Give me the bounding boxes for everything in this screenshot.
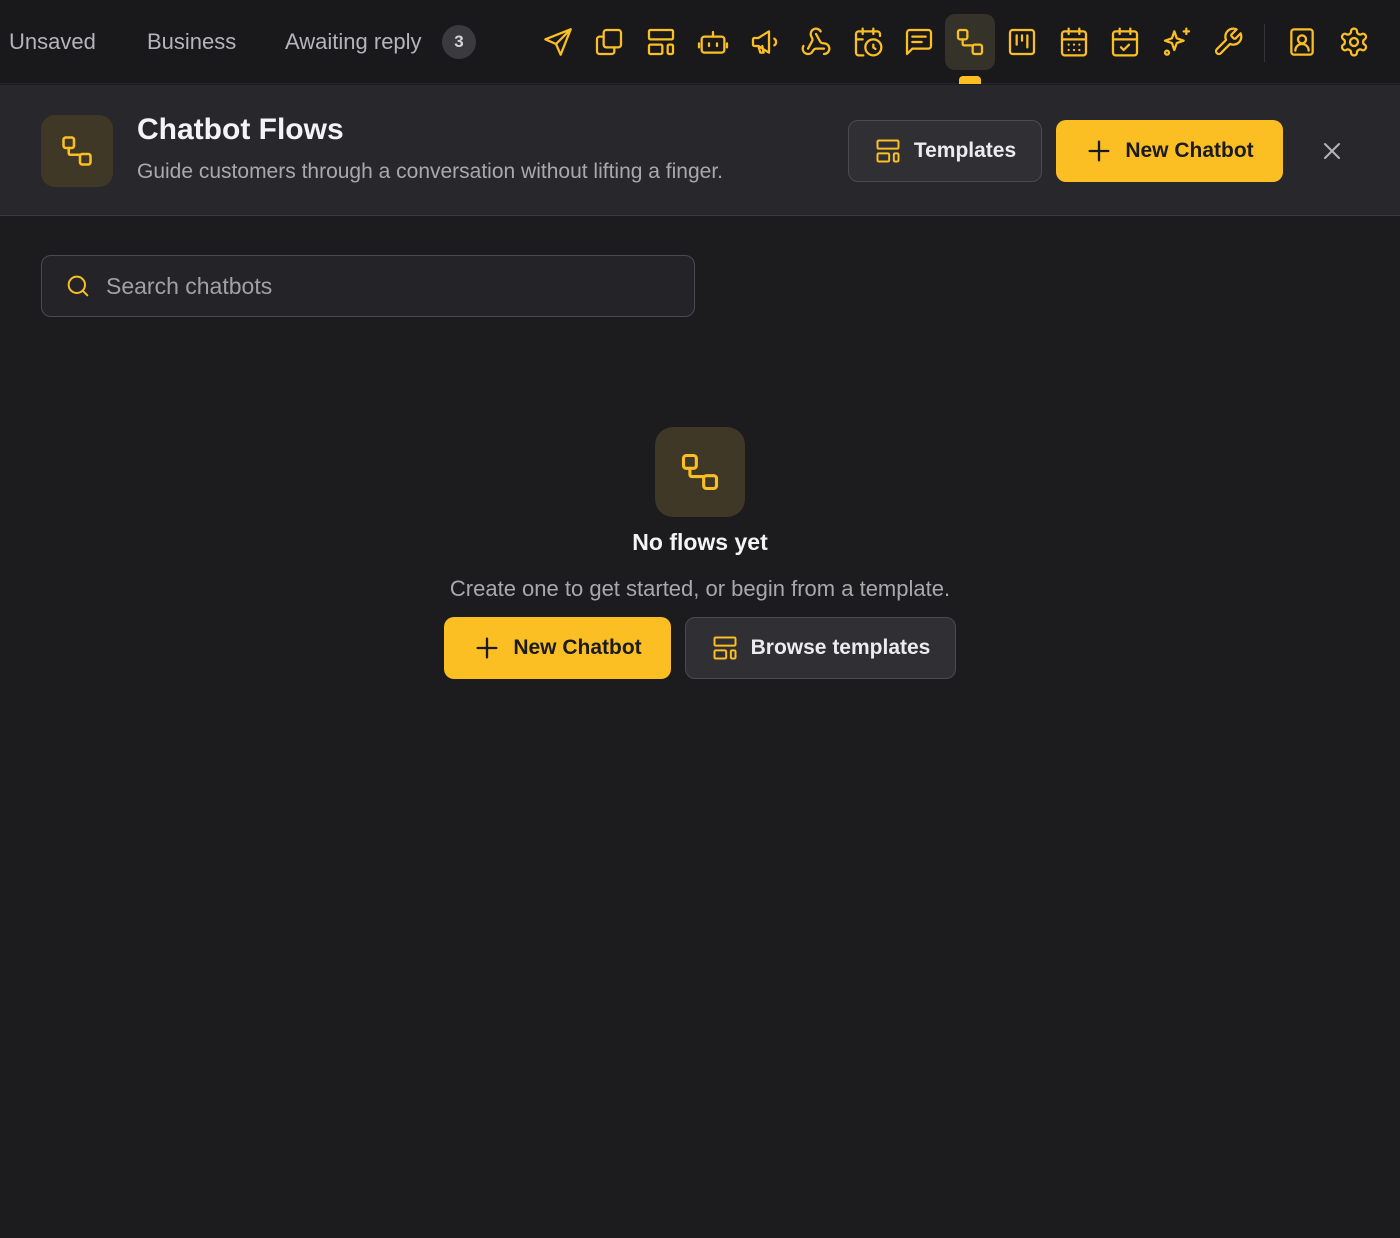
plus-icon bbox=[476, 637, 498, 659]
send-tool-button[interactable] bbox=[533, 14, 583, 70]
bot-icon bbox=[697, 30, 729, 54]
sparkles-icon bbox=[1163, 27, 1191, 56]
layout-icon bbox=[876, 139, 900, 163]
webhook-icon bbox=[801, 27, 831, 56]
flows-icon bbox=[62, 136, 92, 166]
kanban-icon bbox=[1008, 28, 1036, 56]
calendar-clock-icon bbox=[854, 27, 883, 57]
settings-tool-button[interactable] bbox=[1329, 14, 1379, 70]
layout-icon bbox=[713, 636, 737, 660]
tools-tool-button[interactable] bbox=[1203, 14, 1253, 70]
messages-tool-button[interactable] bbox=[894, 14, 944, 70]
layout-icon bbox=[647, 28, 675, 56]
templates-button[interactable]: Templates bbox=[848, 120, 1042, 182]
settings-gear-icon bbox=[1340, 27, 1368, 57]
megaphone-icon bbox=[751, 30, 778, 54]
megaphone-tool-button[interactable] bbox=[740, 14, 790, 70]
page-header: Chatbot Flows Guide customers through a … bbox=[0, 85, 1400, 216]
flows-icon bbox=[956, 28, 984, 56]
contact-icon bbox=[1290, 28, 1314, 56]
empty-state-title: No flows yet bbox=[632, 529, 768, 555]
plus-icon bbox=[1088, 140, 1110, 162]
search-input[interactable] bbox=[106, 256, 694, 316]
message-square-text-icon bbox=[905, 28, 933, 56]
bookings-tool-button[interactable] bbox=[1100, 14, 1150, 70]
layout-tool-button[interactable] bbox=[636, 14, 686, 70]
empty-new-chatbot-label: New Chatbot bbox=[513, 636, 642, 659]
calendar-grid-icon bbox=[1060, 27, 1088, 57]
flows-tool-button[interactable] bbox=[945, 14, 995, 70]
templates-button-label: Templates bbox=[913, 139, 1017, 162]
toolbar-divider bbox=[1264, 24, 1265, 62]
browse-templates-label: Browse templates bbox=[750, 636, 931, 659]
header-icon-tile bbox=[41, 115, 113, 187]
calendar-check-icon bbox=[1111, 27, 1139, 57]
tab-business[interactable]: Business bbox=[147, 0, 236, 84]
kanban-tool-button[interactable] bbox=[997, 14, 1047, 70]
send-icon bbox=[544, 28, 572, 56]
tab-unsaved[interactable]: Unsaved bbox=[9, 0, 96, 84]
flows-icon bbox=[681, 453, 719, 491]
search-box bbox=[41, 255, 695, 317]
contacts-tool-button[interactable] bbox=[1277, 14, 1327, 70]
wrench-icon bbox=[1214, 27, 1243, 56]
ai-tool-button[interactable] bbox=[1152, 14, 1202, 70]
active-tool-indicator bbox=[959, 76, 981, 84]
browse-templates-button[interactable]: Browse templates bbox=[685, 617, 956, 679]
empty-state-text: Create one to get started, or begin from… bbox=[449, 576, 951, 601]
calendar-tool-button[interactable] bbox=[1049, 14, 1099, 70]
copy-icon bbox=[595, 28, 623, 56]
webhook-tool-button[interactable] bbox=[791, 14, 841, 70]
close-button[interactable] bbox=[1314, 133, 1350, 169]
empty-state-icon-tile bbox=[655, 427, 745, 517]
copy-tool-button[interactable] bbox=[584, 14, 634, 70]
new-chatbot-button[interactable]: New Chatbot bbox=[1056, 120, 1283, 182]
awaiting-reply-count-badge: 3 bbox=[442, 25, 476, 59]
page-subtitle: Guide customers through a conversation w… bbox=[137, 160, 723, 183]
tab-awaiting-reply[interactable]: Awaiting reply bbox=[285, 0, 422, 84]
page-title: Chatbot Flows bbox=[137, 113, 344, 146]
close-icon bbox=[1324, 143, 1340, 159]
search-icon bbox=[64, 272, 92, 300]
empty-new-chatbot-button[interactable]: New Chatbot bbox=[444, 617, 671, 679]
new-chatbot-button-label: New Chatbot bbox=[1125, 139, 1254, 162]
bot-tool-button[interactable] bbox=[688, 14, 738, 70]
top-bar: Unsaved Business Awaiting reply 3 bbox=[0, 0, 1400, 84]
schedule-tool-button[interactable] bbox=[843, 14, 893, 70]
